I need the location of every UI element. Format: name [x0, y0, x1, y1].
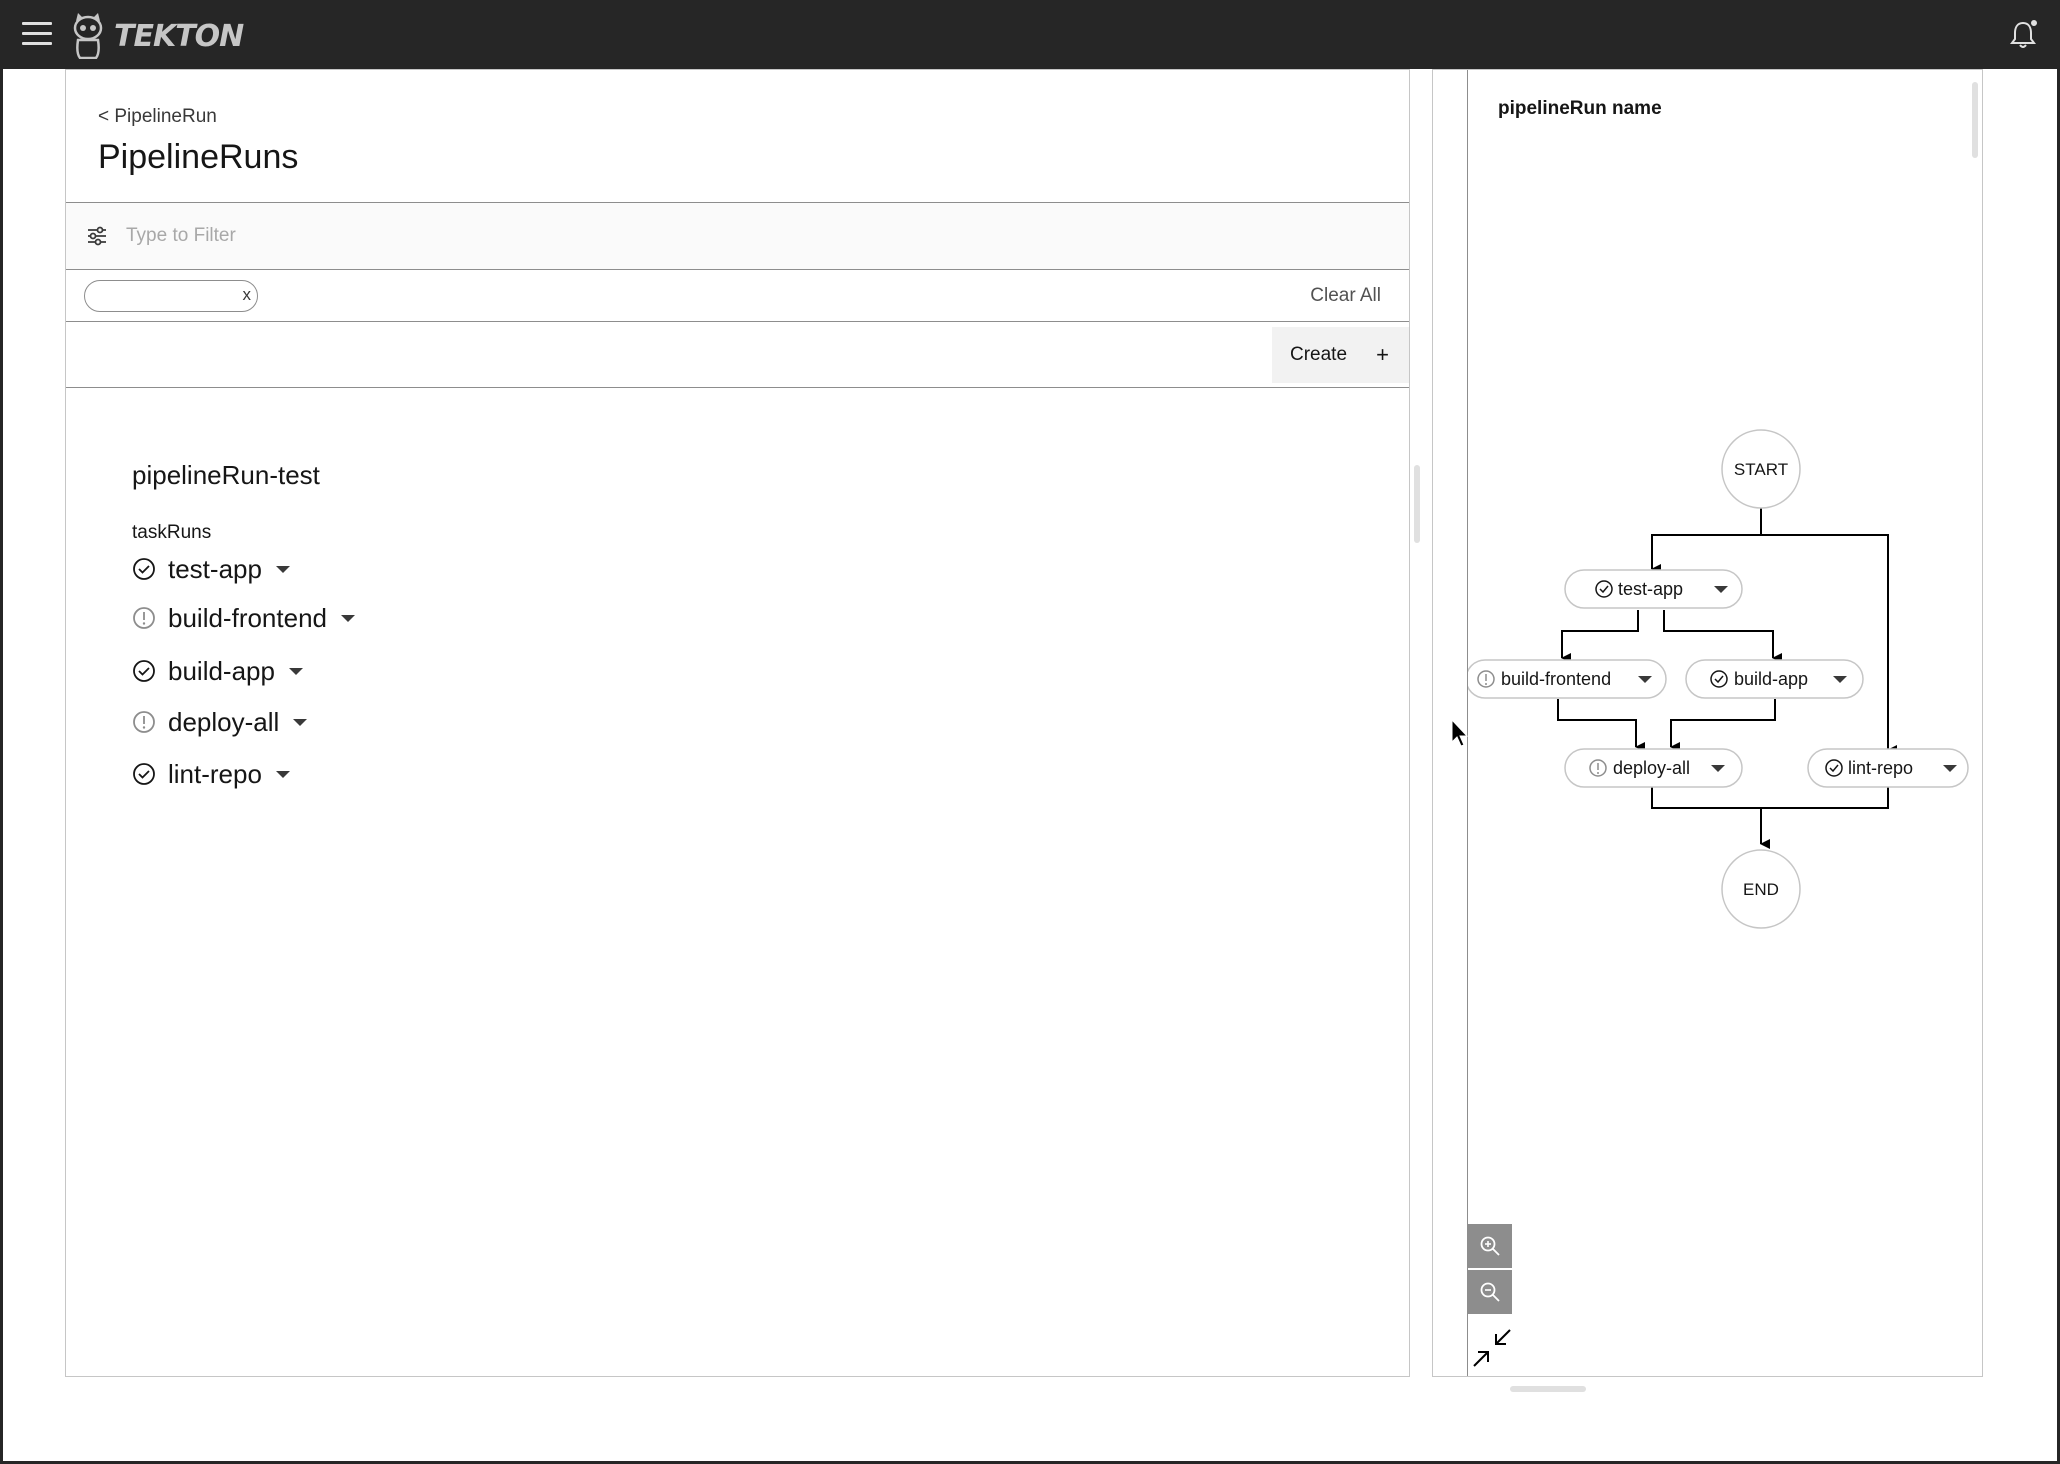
success-check-icon: [133, 660, 155, 682]
filter-input[interactable]: [126, 217, 1326, 255]
success-check-icon: [133, 558, 155, 580]
pipelinerun-name: pipelineRun-test: [132, 460, 320, 490]
plus-icon: +: [1376, 342, 1389, 367]
zoom-out-icon: [1480, 1282, 1500, 1302]
pipeline-graph: START END test-app build-frontend build-…: [1468, 429, 1969, 929]
chevron-down-icon[interactable]: [341, 614, 355, 622]
zoom-in-icon: [1480, 1236, 1500, 1256]
logo-text: TEKTON: [114, 18, 244, 54]
zoom-in-button[interactable]: [1468, 1224, 1512, 1268]
notification-bell-icon[interactable]: [2006, 18, 2040, 52]
edge: [1651, 787, 1889, 809]
filter-bar: [66, 202, 1409, 270]
node-label: deploy-all: [1613, 758, 1690, 778]
mouse-cursor-icon: [1451, 718, 1469, 747]
filter-tags-row: x Clear All: [66, 270, 1409, 322]
node-label: lint-repo: [1848, 758, 1913, 778]
graph-node-build-app[interactable]: build-app: [1685, 659, 1864, 699]
warning-icon: [133, 711, 155, 733]
tekton-logo[interactable]: TEKTON: [68, 12, 244, 60]
taskrun-item[interactable]: deploy-all: [132, 705, 308, 739]
breadcrumb-back-link[interactable]: < PipelineRun: [98, 106, 217, 128]
toolbar: Create +: [66, 322, 1409, 388]
chevron-down-icon[interactable]: [275, 770, 290, 778]
graph-horizontal-scrollbar[interactable]: [1510, 1386, 1586, 1392]
taskrun-name: build-app: [168, 655, 275, 686]
edge: [1761, 534, 1897, 755]
node-label: build-app: [1734, 669, 1808, 689]
graph-node-test-app[interactable]: test-app: [1564, 569, 1743, 609]
chevron-down-icon[interactable]: [275, 565, 290, 573]
taskrun-name: test-app: [168, 553, 262, 584]
chevron-down-icon[interactable]: [293, 718, 308, 726]
fit-to-screen-icon[interactable]: [1470, 1326, 1514, 1370]
tekton-cat-icon: [73, 13, 103, 59]
left-panel-scrollbar[interactable]: [1414, 465, 1420, 543]
filter-tag: x: [84, 280, 258, 312]
node-label: build-frontend: [1501, 669, 1611, 689]
taskrun-item[interactable]: build-app: [132, 654, 303, 688]
create-button[interactable]: Create +: [1272, 327, 1409, 383]
taskrun-item[interactable]: test-app: [132, 552, 290, 586]
pipelineruns-panel: < PipelineRun PipelineRuns x Clear All C…: [65, 69, 1410, 1377]
remove-tag-button[interactable]: x: [243, 285, 252, 305]
start-node: START: [1721, 429, 1801, 509]
end-node: END: [1721, 849, 1801, 929]
warning-icon: [133, 607, 155, 629]
success-check-icon: [133, 763, 155, 785]
edge: [1561, 610, 1639, 663]
clear-all-button[interactable]: Clear All: [1310, 285, 1381, 307]
top-bar: TEKTON: [0, 0, 2060, 69]
taskrun-name: build-frontend: [168, 602, 327, 633]
taskrun-name: lint-repo: [168, 758, 262, 789]
zoom-out-button[interactable]: [1468, 1270, 1512, 1314]
edge: [1651, 508, 1762, 574]
edge: [1663, 610, 1782, 663]
page-title: PipelineRuns: [98, 138, 299, 176]
taskruns-label: taskRuns: [132, 522, 212, 543]
end-label: END: [1743, 880, 1779, 899]
taskrun-name: deploy-all: [168, 706, 280, 737]
create-button-label: Create: [1290, 344, 1348, 365]
edge: [1557, 699, 1645, 752]
edge: [1670, 699, 1776, 752]
graph-canvas: pipelineRun name START END test-app buil…: [1467, 70, 1982, 1376]
menu-icon[interactable]: [22, 22, 52, 46]
chevron-down-icon[interactable]: [288, 667, 303, 675]
taskrun-item[interactable]: lint-repo: [132, 757, 290, 791]
graph-node-build-frontend[interactable]: build-frontend: [1468, 659, 1667, 699]
taskrun-item[interactable]: build-frontend: [132, 601, 355, 635]
node-label: test-app: [1618, 579, 1683, 599]
pipeline-graph-panel: pipelineRun name START END test-app buil…: [1432, 69, 1983, 1377]
graph-node-deploy-all[interactable]: deploy-all: [1564, 748, 1743, 788]
graph-node-lint-repo[interactable]: lint-repo: [1807, 748, 1969, 788]
start-label: START: [1734, 460, 1788, 479]
filter-settings-icon[interactable]: [86, 225, 108, 247]
